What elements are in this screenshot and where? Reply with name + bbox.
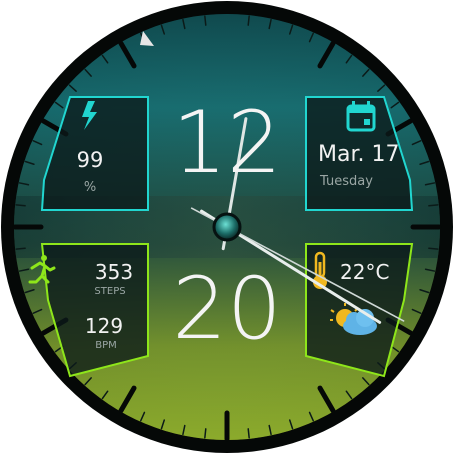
minute-tick xyxy=(204,428,207,439)
minute-display: 20 xyxy=(172,259,282,359)
heart-rate-label: BPM xyxy=(95,340,117,351)
minute-tick xyxy=(204,15,207,26)
hour-display: 12 xyxy=(172,93,282,193)
battery-unit: % xyxy=(83,180,97,195)
heart-rate-value: 129 xyxy=(84,314,124,338)
minute-tick xyxy=(15,247,26,250)
watch-face xyxy=(1,1,453,453)
temperature-value: 22°C xyxy=(340,260,390,284)
center-hub xyxy=(212,212,242,242)
date-label: Mar. 17 xyxy=(318,142,400,167)
steps-label: STEPS xyxy=(94,286,126,297)
minute-tick xyxy=(247,15,250,26)
minute-tick xyxy=(15,204,26,207)
steps-value: 353 xyxy=(94,260,134,284)
weekday-label: Tuesday xyxy=(320,174,373,189)
minute-tick xyxy=(428,247,439,250)
minute-tick xyxy=(247,428,250,439)
minute-tick xyxy=(428,204,439,207)
battery-value: 99 xyxy=(76,148,104,172)
